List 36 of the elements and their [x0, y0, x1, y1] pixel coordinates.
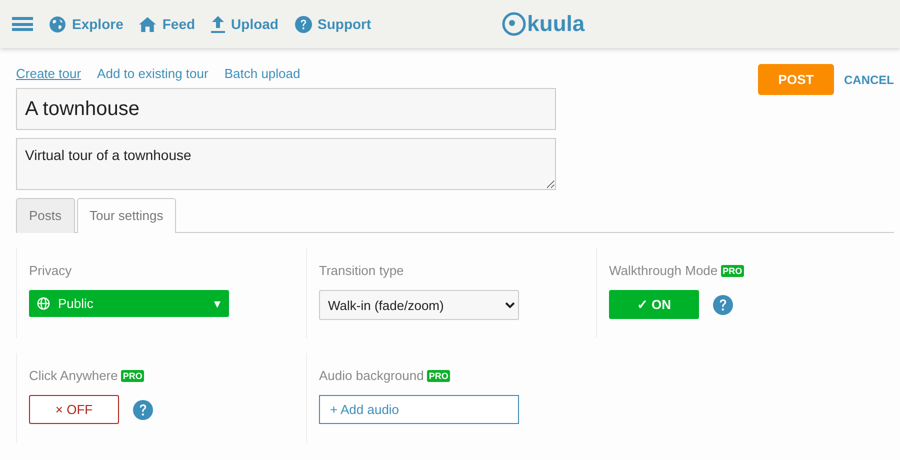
pro-badge: PRO	[720, 264, 744, 276]
mode-link[interactable]: Add to existing tour	[97, 66, 208, 81]
privacy-dropdown[interactable]: Public ▾	[29, 290, 229, 317]
transition-select[interactable]: Walk-in (fade/zoom)	[319, 290, 519, 320]
cancel-button[interactable]: CANCEL	[834, 64, 894, 95]
help-icon[interactable]	[713, 294, 733, 314]
help-icon	[294, 16, 312, 32]
tab[interactable]: Posts	[16, 198, 75, 233]
tab[interactable]: Tour settings	[76, 198, 176, 233]
add-audio-button[interactable]: + Add audio	[319, 395, 519, 424]
globe-icon	[49, 16, 66, 32]
nav-link[interactable]: Feed	[139, 16, 196, 32]
mode-link[interactable]: Create tour	[16, 66, 82, 81]
pro-badge: PRO	[426, 370, 450, 382]
toggle-button[interactable]: × OFF	[29, 395, 119, 424]
setting-label: Audio background	[319, 368, 424, 383]
title-field[interactable]: A townhouse	[16, 88, 556, 130]
upload-icon	[211, 16, 226, 32]
menu-icon[interactable]	[12, 17, 33, 31]
setting-label: Privacy	[29, 263, 72, 278]
logo-text[interactable]: kuula	[527, 11, 585, 37]
nav-link[interactable]: Support	[294, 16, 372, 32]
description-field[interactable]: Virtual tour of a townhouse	[16, 138, 556, 190]
setting-label: Click Anywhere	[29, 368, 118, 383]
mode-link[interactable]: Batch upload	[224, 66, 300, 81]
logo-icon	[502, 12, 526, 36]
pro-badge: PRO	[120, 370, 144, 382]
toggle-button[interactable]: ✓ ON	[609, 290, 699, 319]
nav-link[interactable]: Upload	[211, 16, 278, 32]
globe-icon	[37, 297, 50, 310]
setting-label: Transition type	[319, 263, 404, 278]
home-icon	[139, 16, 156, 32]
post-button[interactable]: POST	[758, 64, 834, 95]
setting-label: Walkthrough Mode	[609, 263, 718, 278]
nav-link[interactable]: Explore	[49, 16, 124, 32]
help-icon[interactable]	[133, 400, 153, 420]
